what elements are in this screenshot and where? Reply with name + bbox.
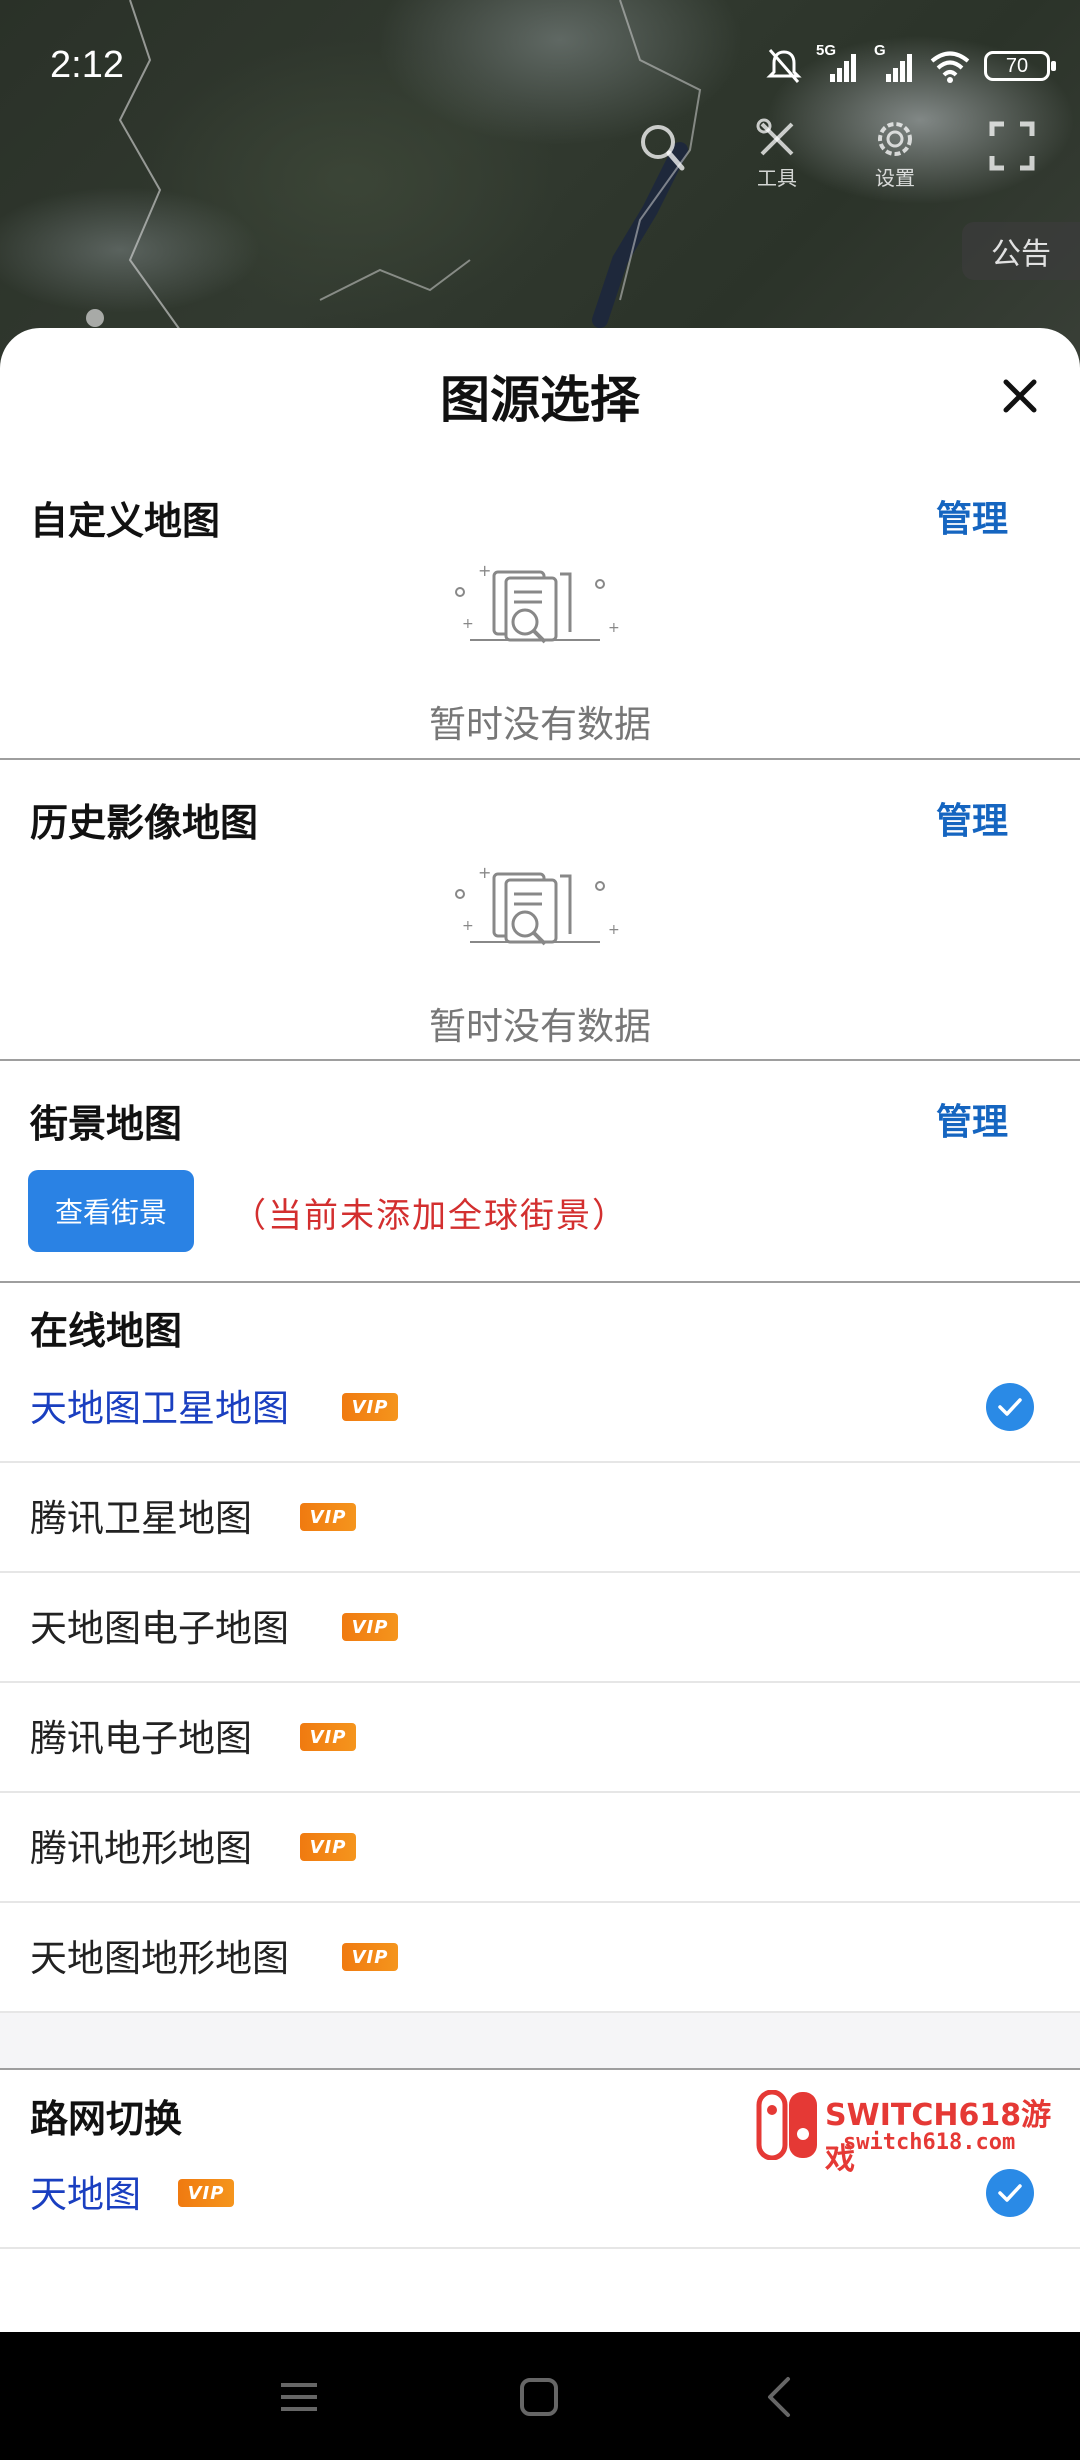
status-bar: 2:12 5G G 70	[0, 0, 1080, 130]
map-tools-button[interactable]: 工具	[752, 118, 802, 191]
vip-badge: VIP	[178, 2179, 234, 2207]
map-option-tianditu-electronic[interactable]: 天地图电子地图 VIP	[0, 1572, 1080, 1682]
wifi-icon	[930, 51, 970, 83]
section-divider	[0, 1281, 1080, 1283]
cell-signal-2-icon: G	[872, 42, 916, 84]
section-divider	[0, 2068, 1080, 2070]
map-option-name: 天地图地形地图	[30, 1937, 289, 1980]
close-button[interactable]	[992, 368, 1048, 424]
history-maps-title: 历史影像地图	[30, 801, 259, 845]
vip-badge: VIP	[300, 1503, 356, 1531]
map-option-name: 天地图电子地图	[30, 1607, 289, 1650]
history-maps-manage-link[interactable]: 管理	[936, 792, 1008, 844]
nav-back-button[interactable]	[754, 2372, 804, 2422]
battery-level: 70	[1005, 54, 1029, 77]
system-nav-bar	[0, 2332, 1080, 2460]
map-option-name: 腾讯卫星地图	[30, 1497, 252, 1540]
mute-bell-icon	[766, 49, 802, 83]
view-street-view-label: 查看街景	[54, 1196, 167, 1229]
tools-label: 工具	[757, 166, 797, 190]
map-settings-button[interactable]: 设置	[870, 118, 920, 191]
empty-document-icon: + + +	[455, 562, 620, 644]
history-maps-empty-text: 暂时没有数据	[429, 1005, 651, 1048]
svg-text:+: +	[462, 918, 474, 934]
notice-label: 公告	[991, 237, 1051, 272]
map-source-sheet: 图源选择 自定义地图 管理 + + + 暂时没有数据 历史影像地图 管理 + +…	[0, 328, 1080, 2332]
map-option-tianditu-terrain[interactable]: 天地图地形地图 VIP	[0, 1902, 1080, 2012]
map-option-name: 天地图卫星地图	[30, 1387, 289, 1430]
road-option-name: 天地图	[30, 2173, 141, 2216]
switch-logo-icon	[756, 2090, 817, 2160]
street-view-manage-link[interactable]: 管理	[936, 1093, 1008, 1145]
map-search-button[interactable]	[636, 118, 688, 174]
vip-badge: VIP	[342, 1613, 398, 1641]
fullscreen-button[interactable]	[988, 118, 1036, 174]
online-maps-title: 在线地图	[30, 1309, 183, 1353]
nav-home-button[interactable]	[514, 2372, 564, 2422]
street-view-title: 街景地图	[30, 1102, 183, 1146]
status-icons: 5G G 70	[764, 42, 1056, 88]
map-option-tencent-electronic[interactable]: 腾讯电子地图 VIP	[0, 1682, 1080, 1792]
svg-text:+: +	[608, 620, 620, 636]
map-option-name: 腾讯地形地图	[30, 1827, 252, 1870]
vip-badge: VIP	[342, 1943, 398, 1971]
custom-maps-manage-link[interactable]: 管理	[936, 490, 1008, 542]
sheet-title: 图源选择	[440, 371, 640, 429]
custom-maps-empty-text: 暂时没有数据	[429, 703, 651, 746]
cell-signal-1-icon: 5G	[816, 42, 860, 84]
svg-text:+: +	[608, 922, 620, 938]
fullscreen-icon	[989, 121, 1035, 171]
map-option-tianditu-satellite[interactable]: 天地图卫星地图 VIP	[0, 1352, 1080, 1462]
view-street-view-button[interactable]: 查看街景	[28, 1170, 194, 1252]
section-spacer	[0, 2013, 1080, 2069]
close-icon	[1003, 379, 1037, 413]
gear-icon	[878, 122, 912, 156]
home-icon	[520, 2378, 558, 2416]
section-divider	[0, 758, 1080, 760]
road-network-title: 路网切换	[30, 2097, 183, 2141]
vip-badge: VIP	[300, 1833, 356, 1861]
menu-icon	[281, 2383, 317, 2411]
nav-menu-button[interactable]	[274, 2372, 324, 2422]
svg-text:+: +	[478, 864, 491, 882]
custom-maps-title: 自定义地图	[30, 499, 221, 543]
vip-badge: VIP	[300, 1723, 356, 1751]
row-divider	[0, 2247, 1080, 2249]
battery-icon: 70	[984, 51, 1056, 81]
svg-text:+: +	[478, 562, 491, 580]
checkmark-icon	[986, 1383, 1034, 1431]
back-icon	[768, 2377, 790, 2417]
svg-text:+: +	[462, 616, 474, 632]
street-view-note: （当前未添加全球街景）	[232, 1196, 628, 1236]
vip-badge: VIP	[342, 1393, 398, 1421]
map-option-tencent-terrain[interactable]: 腾讯地形地图 VIP	[0, 1792, 1080, 1902]
map-option-tencent-satellite[interactable]: 腾讯卫星地图 VIP	[0, 1462, 1080, 1572]
watermark: SWITCH618游戏 switch618.com	[755, 2090, 1065, 2177]
section-divider	[0, 1059, 1080, 1061]
map-option-name: 腾讯电子地图	[30, 1717, 252, 1760]
empty-document-icon: + + +	[455, 864, 620, 946]
search-icon	[641, 125, 685, 171]
tools-icon	[756, 118, 794, 156]
watermark-url: switch618.com	[843, 2130, 1016, 2155]
settings-label: 设置	[875, 166, 915, 190]
status-time: 2:12	[50, 44, 124, 86]
notice-button[interactable]: 公告	[962, 222, 1080, 280]
